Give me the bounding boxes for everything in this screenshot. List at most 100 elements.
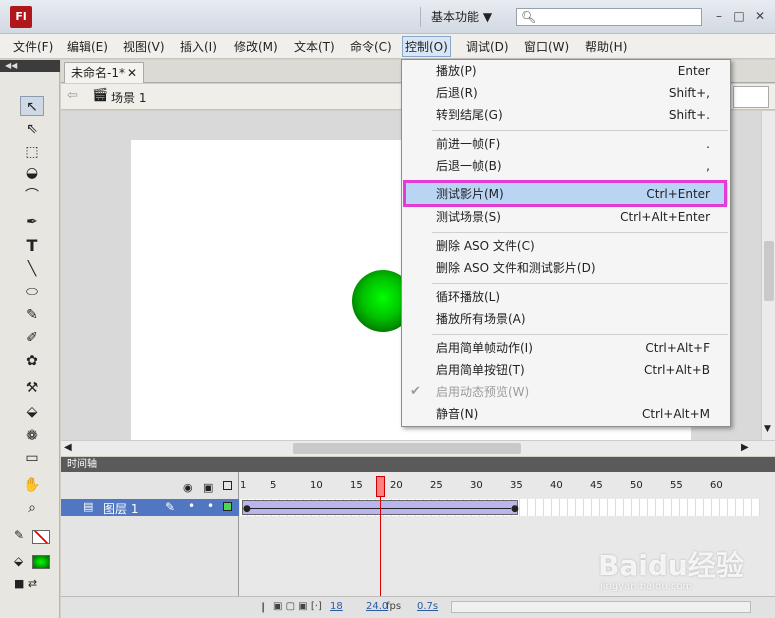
menu-item-test-scene[interactable]: 测试场景(S) Ctrl+Alt+Enter	[404, 206, 728, 228]
lock-icon[interactable]: ▣	[203, 481, 213, 494]
search-icon: 🔍︎	[521, 10, 537, 24]
brush-tool-icon[interactable]: ✐	[20, 328, 44, 348]
close-tab-icon[interactable]: ✕	[127, 63, 137, 83]
3d-rotation-tool-icon[interactable]: ◒	[20, 163, 44, 183]
menu-file[interactable]: 文件(F)	[11, 38, 55, 56]
line-tool-icon[interactable]: ╲	[20, 259, 44, 279]
scroll-down-icon[interactable]: ▼	[764, 424, 771, 434]
menu-debug[interactable]: 调试(D)	[464, 38, 511, 56]
timeline-hscrollbar[interactable]	[451, 601, 751, 613]
swap-colors-icon[interactable]: ■ ⇄	[14, 577, 48, 591]
back-arrow-icon[interactable]: ⇦	[67, 88, 78, 103]
eye-icon[interactable]: ◉	[183, 481, 193, 494]
timeline-header: 时间轴	[61, 457, 775, 472]
horizontal-scroll-thumb[interactable]	[293, 443, 521, 454]
flash-logo: Fl	[10, 6, 32, 28]
menu-view[interactable]: 视图(V)	[121, 38, 167, 56]
layer-outline-color[interactable]	[223, 502, 232, 511]
text-tool-icon[interactable]: T	[20, 236, 44, 256]
stroke-color-swatch[interactable]	[32, 530, 50, 544]
menu-separator	[432, 232, 728, 233]
frame-rate-readout[interactable]: 24.0	[366, 601, 388, 612]
minimize-button[interactable]: –	[710, 8, 728, 24]
fill-color-swatch[interactable]	[32, 555, 50, 569]
menu-commands[interactable]: 命令(C)	[348, 38, 394, 56]
annotation-highlight-box	[403, 180, 727, 207]
menu-item-loop-playback[interactable]: 循环播放(L)	[404, 286, 728, 308]
current-frame-readout[interactable]: 18	[330, 601, 343, 612]
start-keyframe-icon[interactable]: ●	[243, 504, 251, 514]
selection-tool-icon[interactable]: ↖	[20, 96, 44, 116]
layer-row[interactable]: ▤ 图层 1 ✎ • •	[61, 499, 239, 516]
document-tab[interactable]: 未命名-1* ✕	[64, 62, 144, 83]
outline-icon[interactable]	[223, 481, 232, 490]
frame-number: 15	[350, 480, 363, 491]
vertical-scrollbar[interactable]: ▼	[761, 111, 775, 440]
menu-item-live-preview: ✔ 启用动态预览(W)	[404, 381, 728, 403]
maximize-button[interactable]: □	[730, 8, 748, 24]
layer-icon: ▤	[83, 500, 94, 513]
frame-number: 45	[590, 480, 603, 491]
onion-skin-icons[interactable]: ▣ ▢ ▣ [·]	[273, 601, 322, 612]
menu-item-play[interactable]: 播放(P) Enter	[404, 60, 728, 82]
frame-number: 60	[710, 480, 723, 491]
baidu-watermark: Baidu经验 jingyan.baidu.com	[598, 536, 768, 596]
oval-tool-icon[interactable]: ⬭	[20, 282, 44, 302]
center-frame-icon[interactable]: ❙	[259, 602, 267, 613]
menu-item-mute[interactable]: 静音(N) Ctrl+Alt+M	[404, 403, 728, 425]
pencil-icon: ✎	[165, 500, 176, 514]
lock-dot-icon[interactable]: •	[207, 499, 214, 513]
menu-item-simple-frame-actions[interactable]: 启用简单帧动作(I) Ctrl+Alt+F	[404, 337, 728, 359]
scene-name: 场景 1	[111, 91, 147, 105]
control-menu-dropdown: 播放(P) Enter 后退(R) Shift+, 转到结尾(G) Shift+. 前…	[401, 59, 731, 427]
eyedropper-tool-icon[interactable]: ❁	[20, 426, 44, 446]
eraser-tool-icon[interactable]: ▭	[20, 448, 44, 468]
frame-number: 55	[670, 480, 683, 491]
search-input[interactable]: 🔍︎	[516, 8, 702, 26]
zoom-tool-icon[interactable]: ⌕	[20, 498, 44, 518]
stroke-color-icon: ✎	[14, 528, 25, 542]
scroll-left-icon[interactable]: ◀	[64, 442, 72, 453]
end-keyframe-icon[interactable]: ●	[511, 504, 519, 514]
horizontal-scrollbar[interactable]: ◀ ▶	[61, 440, 775, 456]
deco-tool-icon[interactable]: ✿	[20, 351, 44, 371]
menu-help[interactable]: 帮助(H)	[583, 38, 629, 56]
menu-insert[interactable]: 插入(I)	[178, 38, 219, 56]
menu-item-step-backward[interactable]: 后退一帧(B),	[404, 155, 728, 177]
menu-item-rewind[interactable]: 后退(R) Shift+,	[404, 82, 728, 104]
menu-control[interactable]: 控制(O)	[402, 36, 451, 57]
menu-text[interactable]: 文本(T)	[292, 38, 337, 56]
elapsed-time-readout[interactable]: 0.7s	[417, 601, 438, 612]
menu-item-delete-aso[interactable]: 删除 ASO 文件(C)	[404, 235, 728, 257]
lasso-tool-icon[interactable]: ⌒	[20, 186, 44, 206]
zoom-select[interactable]	[733, 86, 769, 108]
bone-tool-icon[interactable]: ⚒	[20, 378, 44, 398]
menu-item-delete-aso-test[interactable]: 删除 ASO 文件和测试影片(D)	[404, 257, 728, 279]
watermark-text: Baidu经验	[598, 549, 744, 582]
visibility-dot-icon[interactable]: •	[188, 499, 195, 513]
scroll-right-icon[interactable]: ▶	[741, 442, 749, 453]
menu-modify[interactable]: 修改(M)	[232, 38, 280, 56]
frame-number: 25	[430, 480, 443, 491]
menu-item-step-forward[interactable]: 前进一帧(F).	[404, 133, 728, 155]
menu-item-simple-buttons[interactable]: 启用简单按钮(T) Ctrl+Alt+B	[404, 359, 728, 381]
pen-tool-icon[interactable]: ✒	[20, 212, 44, 232]
frame-row[interactable]: ● ●	[240, 499, 760, 516]
tools-panel: ◀◀ ↖ ⇖ ⬚ ◒ ⌒ ✒ T ╲ ⬭ ✎ ✐ ✿ ⚒ ⬙ ❁ ▭ ✋ ⌕ ✎…	[0, 60, 60, 618]
hand-tool-icon[interactable]: ✋	[20, 475, 44, 495]
subselection-tool-icon[interactable]: ⇖	[20, 119, 44, 139]
menu-item-play-all-scenes[interactable]: 播放所有场景(A)	[404, 308, 728, 330]
workspace-switcher[interactable]: 基本功能 ▼	[420, 7, 508, 27]
menu-item-go-to-end[interactable]: 转到结尾(G) Shift+.	[404, 104, 728, 126]
fill-color-icon: ⬙	[14, 554, 24, 568]
layer-name[interactable]: 图层 1	[103, 500, 138, 517]
menu-window[interactable]: 窗口(W)	[522, 38, 571, 56]
pencil-tool-icon[interactable]: ✎	[20, 305, 44, 325]
tools-collapse-icon[interactable]: ◀◀	[0, 60, 60, 72]
playhead[interactable]	[376, 476, 385, 497]
close-button[interactable]: ✕	[751, 8, 769, 24]
vertical-scroll-thumb[interactable]	[764, 241, 774, 301]
menu-edit[interactable]: 编辑(E)	[65, 38, 110, 56]
paint-bucket-tool-icon[interactable]: ⬙	[20, 402, 44, 422]
free-transform-tool-icon[interactable]: ⬚	[20, 142, 44, 162]
